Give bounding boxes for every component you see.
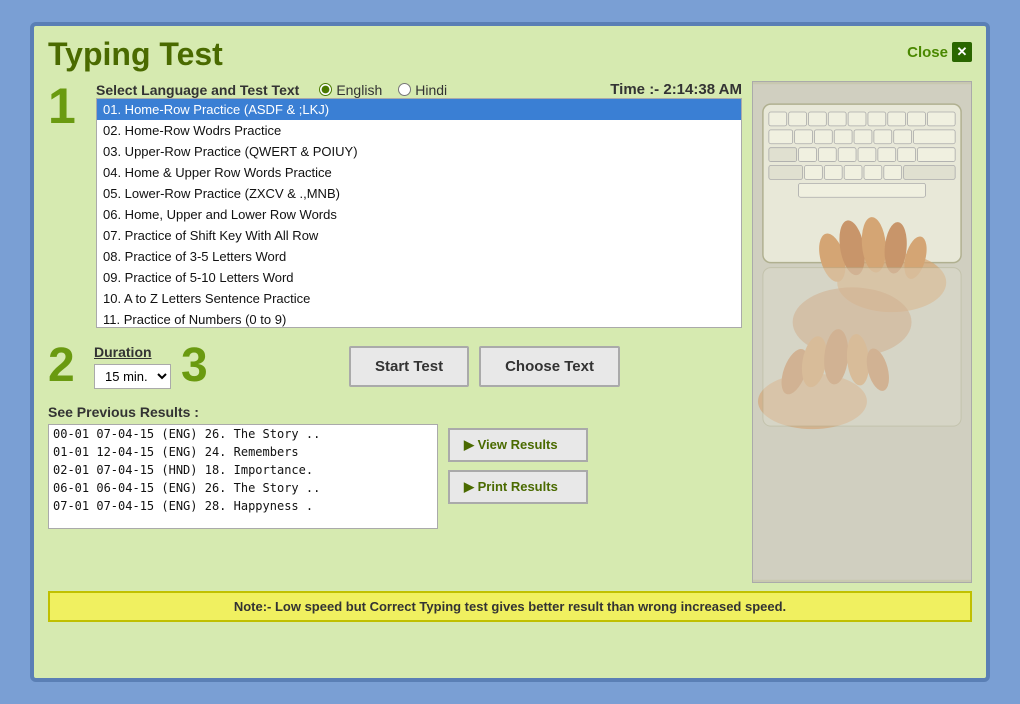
- section1-header: Select Language and Test Text English Hi…: [96, 81, 742, 98]
- section2: Duration 1 min.5 min.10 min.15 min.20 mi…: [94, 344, 171, 389]
- action-buttons: Start Test Choose Text: [227, 346, 742, 387]
- english-label: English: [336, 82, 382, 98]
- result-action-buttons: ▶ View Results ▶ Print Results: [448, 428, 588, 504]
- results-list[interactable]: 00-01 07-04-15 (ENG) 26. The Story ..01-…: [48, 424, 438, 529]
- close-label: Close: [907, 44, 948, 61]
- list-item[interactable]: 03. Upper-Row Practice (QWERT & POIUY): [97, 141, 741, 162]
- time-display: Time :- 2:14:38 AM: [610, 81, 742, 98]
- previous-results: See Previous Results : 00-01 07-04-15 (E…: [48, 404, 742, 529]
- list-item[interactable]: 04. Home & Upper Row Words Practice: [97, 162, 741, 183]
- main-window: Typing Test Close ✕ 1 Select Language an…: [30, 22, 990, 682]
- hindi-radio[interactable]: [398, 83, 411, 96]
- lang-label: Select Language and Test Text: [96, 82, 299, 98]
- english-radio[interactable]: [319, 83, 332, 96]
- right-panel: [752, 81, 972, 583]
- app-title: Typing Test: [48, 36, 223, 73]
- list-item[interactable]: 07. Practice of Shift Key With All Row: [97, 225, 741, 246]
- prev-results-label: See Previous Results :: [48, 404, 742, 420]
- keyboard-svg: [753, 82, 971, 582]
- view-results-button[interactable]: ▶ View Results: [448, 428, 588, 462]
- section1-content: Select Language and Test Text English Hi…: [96, 81, 742, 328]
- print-results-button[interactable]: ▶ Print Results: [448, 470, 588, 504]
- language-radio-group: English Hindi: [319, 82, 447, 98]
- close-button[interactable]: Close ✕: [907, 42, 972, 62]
- section1: 1 Select Language and Test Text English: [48, 81, 742, 328]
- content-area: 1 Select Language and Test Text English: [48, 81, 972, 583]
- list-item[interactable]: 10. A to Z Letters Sentence Practice: [97, 288, 741, 309]
- result-list-item[interactable]: 00-01 07-04-15 (ENG) 26. The Story ..: [49, 425, 437, 443]
- note-bar: Note:- Low speed but Correct Typing test…: [48, 591, 972, 622]
- result-list-item[interactable]: 07-01 07-04-15 (ENG) 28. Happyness .: [49, 497, 437, 515]
- result-list-item[interactable]: 02-01 07-04-15 (HND) 18. Importance.: [49, 461, 437, 479]
- list-item[interactable]: 09. Practice of 5-10 Letters Word: [97, 267, 741, 288]
- list-item[interactable]: 01. Home-Row Practice (ASDF & ;LKJ): [97, 99, 741, 120]
- close-x-icon[interactable]: ✕: [952, 42, 972, 62]
- text-list[interactable]: 01. Home-Row Practice (ASDF & ;LKJ)02. H…: [96, 98, 742, 328]
- duration-select-group: 1 min.5 min.10 min.15 min.20 min.30 min.: [94, 364, 171, 389]
- step3-number: 3: [181, 342, 217, 390]
- title-bar: Typing Test Close ✕: [48, 36, 972, 73]
- result-list-item[interactable]: 01-01 12-04-15 (ENG) 24. Remembers: [49, 443, 437, 461]
- choose-text-button[interactable]: Choose Text: [479, 346, 620, 387]
- lang-and-time: Select Language and Test Text English Hi…: [96, 81, 742, 98]
- duration-dropdown[interactable]: 1 min.5 min.10 min.15 min.20 min.30 min.: [94, 364, 171, 389]
- list-item[interactable]: 02. Home-Row Wodrs Practice: [97, 120, 741, 141]
- section23: 2 Duration 1 min.5 min.10 min.15 min.20 …: [48, 342, 742, 390]
- start-test-button[interactable]: Start Test: [349, 346, 469, 387]
- duration-label: Duration: [94, 344, 171, 360]
- result-list-item[interactable]: 06-01 06-04-15 (ENG) 26. The Story ..: [49, 479, 437, 497]
- hindi-radio-label[interactable]: Hindi: [398, 82, 447, 98]
- results-row: 00-01 07-04-15 (ENG) 26. The Story ..01-…: [48, 424, 742, 529]
- hindi-label: Hindi: [415, 82, 447, 98]
- list-item[interactable]: 05. Lower-Row Practice (ZXCV & .,MNB): [97, 183, 741, 204]
- step2-number: 2: [48, 342, 84, 390]
- list-item[interactable]: 11. Practice of Numbers (0 to 9): [97, 309, 741, 328]
- list-item[interactable]: 08. Practice of 3-5 Letters Word: [97, 246, 741, 267]
- step1-number: 1: [48, 81, 88, 328]
- english-radio-label[interactable]: English: [319, 82, 382, 98]
- list-item[interactable]: 06. Home, Upper and Lower Row Words: [97, 204, 741, 225]
- keyboard-image: [752, 81, 972, 583]
- left-panel: 1 Select Language and Test Text English: [48, 81, 742, 583]
